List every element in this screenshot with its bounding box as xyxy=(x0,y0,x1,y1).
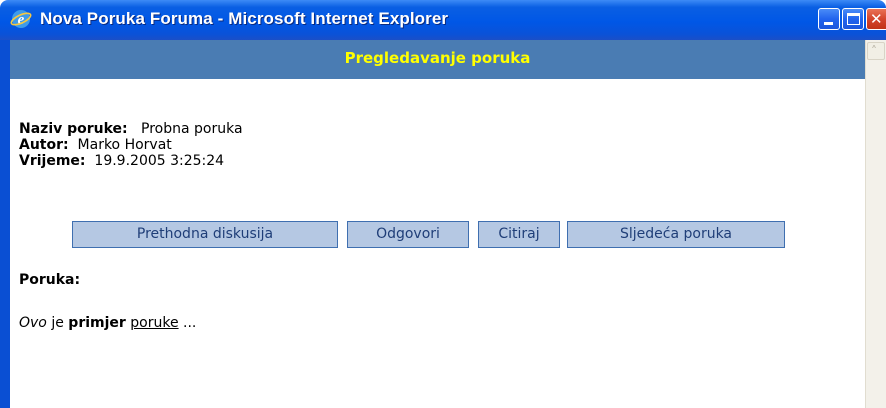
message-plain-word: je xyxy=(51,315,64,331)
page-header: Pregledavanje poruka xyxy=(10,40,865,79)
vertical-scrollbar[interactable]: ˄ xyxy=(865,40,886,408)
subject-label: Naziv poruke: xyxy=(19,121,128,137)
reply-button[interactable]: Odgovori xyxy=(347,221,469,248)
minimize-icon xyxy=(824,22,833,25)
title-bar[interactable]: e Nova Poruka Foruma - Microsoft Interne… xyxy=(0,0,886,40)
previous-discussion-button[interactable]: Prethodna diskusija xyxy=(72,221,338,248)
maximize-icon xyxy=(847,13,860,25)
message-body: Ovo je primjer poruke ... xyxy=(19,315,196,331)
message-bold-word: primjer xyxy=(68,315,126,331)
close-icon: ✕ xyxy=(870,10,883,28)
scroll-up-button[interactable]: ˄ xyxy=(867,42,885,60)
author-label: Autor: xyxy=(19,137,69,153)
window-frame-left xyxy=(0,40,10,408)
message-underlined-word: poruke xyxy=(130,315,179,331)
close-button[interactable]: ✕ xyxy=(866,8,886,30)
author-value: Marko Horvat xyxy=(77,137,172,153)
message-ellipsis: ... xyxy=(183,315,197,331)
quote-button[interactable]: Citiraj xyxy=(478,221,560,248)
ie-icon[interactable]: e xyxy=(10,8,32,30)
message-author-row: Autor: Marko Horvat xyxy=(19,137,172,154)
time-value: 19.9.2005 3:25:24 xyxy=(94,153,225,169)
message-subject-row: Naziv poruke: Probna poruka xyxy=(19,121,243,138)
maximize-button[interactable] xyxy=(842,8,864,30)
message-label: Poruka: xyxy=(19,272,81,288)
next-message-button[interactable]: Sljedeća poruka xyxy=(567,221,785,248)
message-time-row: Vrijeme: 19.9.2005 3:25:24 xyxy=(19,153,224,170)
window-title: Nova Poruka Foruma - Microsoft Internet … xyxy=(40,9,449,28)
scroll-up-arrow-icon: ˄ xyxy=(871,44,877,58)
browser-window: e Nova Poruka Foruma - Microsoft Interne… xyxy=(0,0,886,408)
subject-value: Probna poruka xyxy=(141,121,243,137)
page-content: Pregledavanje poruka Naziv poruke: Probn… xyxy=(10,40,865,408)
minimize-button[interactable] xyxy=(818,8,840,30)
page-title: Pregledavanje poruka xyxy=(344,49,531,67)
message-italic-word: Ovo xyxy=(19,315,47,331)
time-label: Vrijeme: xyxy=(19,153,86,169)
